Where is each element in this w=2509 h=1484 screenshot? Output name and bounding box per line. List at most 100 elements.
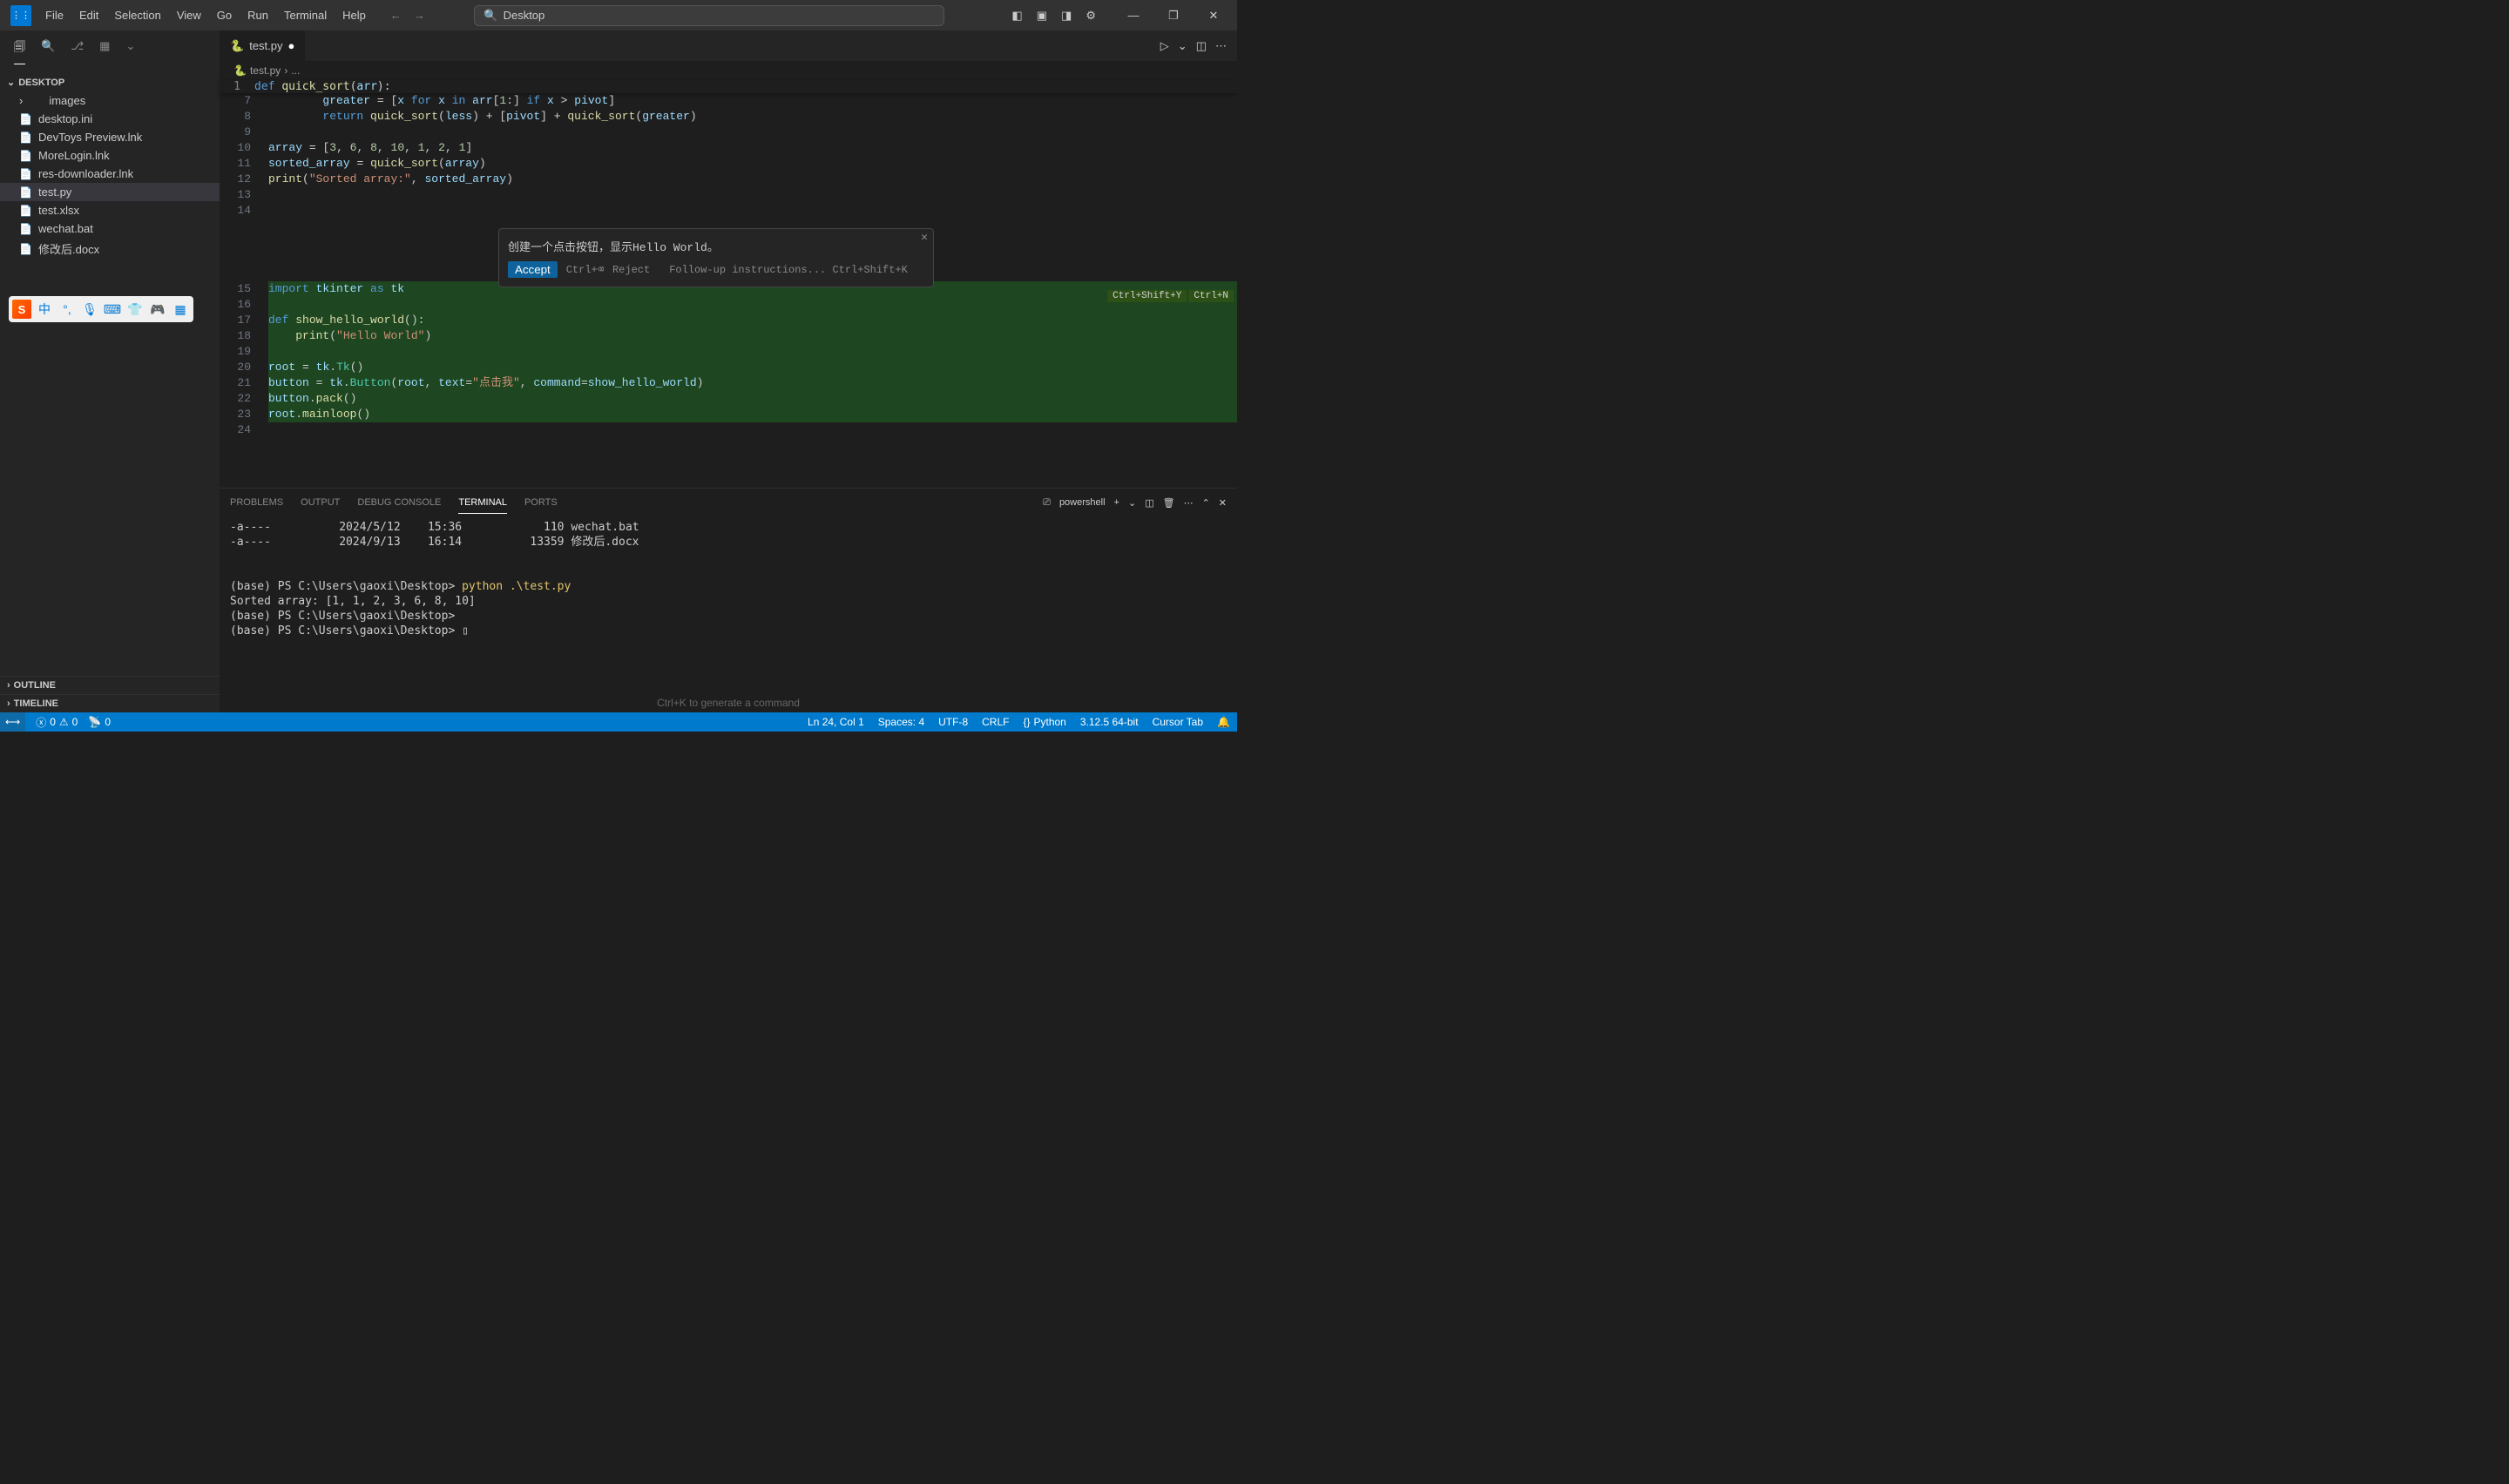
code-line[interactable]: 16	[220, 297, 1237, 313]
terminal-content[interactable]: -a---- 2024/5/12 15:36 110 wechat.bat -a…	[220, 516, 1237, 693]
code-line[interactable]: 13	[220, 187, 1237, 203]
code-line[interactable]: 11sorted_array = quick_sort(array)	[220, 156, 1237, 172]
followup-label[interactable]: Follow-up instructions... Ctrl+Shift+K	[669, 264, 908, 276]
status-eol[interactable]: CRLF	[982, 716, 1009, 728]
new-terminal-icon[interactable]: +	[1114, 497, 1119, 508]
status-ports[interactable]: 📡 0	[88, 716, 111, 728]
ime-lang-button[interactable]: 中	[35, 300, 54, 319]
explorer-icon[interactable]: 🗐	[14, 39, 25, 64]
command-center[interactable]: 🔍 Desktop	[474, 5, 944, 26]
status-cursor-pos[interactable]: Ln 24, Col 1	[808, 716, 864, 728]
file-item-images[interactable]: images	[0, 91, 220, 110]
file-item-desktop-ini[interactable]: 📄desktop.ini	[0, 110, 220, 128]
settings-gear-icon[interactable]: ⚙	[1082, 5, 1099, 26]
code-editor[interactable]: ✕ 创建一个点击按钮，显示Hello World。 Accept Ctrl+⌫ …	[220, 93, 1237, 488]
notifications-icon[interactable]: 🔔	[1217, 716, 1230, 728]
menu-terminal[interactable]: Terminal	[277, 5, 334, 25]
ime-game-icon[interactable]: 🎮	[148, 300, 167, 319]
kill-terminal-icon[interactable]: 🗑	[1163, 497, 1175, 509]
toggle-primary-sidebar-icon[interactable]: ◧	[1008, 5, 1025, 26]
status-spaces[interactable]: Spaces: 4	[878, 716, 924, 728]
menu-run[interactable]: Run	[240, 5, 275, 25]
reject-label[interactable]: Reject	[612, 264, 650, 276]
code-line[interactable]: 18 print("Hello World")	[220, 328, 1237, 344]
ime-grid-icon[interactable]: ▦	[171, 300, 190, 319]
run-icon[interactable]: ▷	[1160, 39, 1169, 53]
file-item--docx[interactable]: 📄修改后.docx	[0, 238, 220, 260]
file-item-wechat-bat[interactable]: 📄wechat.bat	[0, 219, 220, 238]
nav-forward-icon[interactable]: →	[410, 5, 429, 25]
status-encoding[interactable]: UTF-8	[938, 716, 968, 728]
search-sidebar-icon[interactable]: 🔍	[41, 39, 55, 64]
file-item-MoreLogin-lnk[interactable]: 📄MoreLogin.lnk	[0, 146, 220, 165]
outline-panel[interactable]: › OUTLINE	[0, 676, 220, 694]
tab-output[interactable]: OUTPUT	[301, 492, 340, 513]
maximize-button[interactable]: ❐	[1153, 0, 1194, 30]
tab-terminal[interactable]: TERMINAL	[458, 492, 507, 514]
menu-file[interactable]: File	[38, 5, 71, 25]
menu-edit[interactable]: Edit	[72, 5, 105, 25]
code-line[interactable]: 19	[220, 344, 1237, 360]
shortcut-badge[interactable]: Ctrl+Shift+Y	[1107, 290, 1187, 302]
maximize-panel-icon[interactable]: ⌃	[1202, 497, 1210, 509]
breadcrumb[interactable]: 🐍 test.py › ...	[220, 61, 1237, 80]
split-editor-icon[interactable]: ◫	[1196, 39, 1207, 53]
terminal-chevron-icon[interactable]: ⌄	[1128, 497, 1136, 509]
menu-selection[interactable]: Selection	[107, 5, 167, 25]
braces-icon: {}	[1023, 716, 1030, 728]
toggle-panel-icon[interactable]: ▣	[1033, 5, 1051, 26]
sticky-scroll[interactable]: 1 def quick_sort(arr):	[220, 80, 1237, 93]
source-control-icon[interactable]: ⎇	[71, 39, 84, 64]
menu-help[interactable]: Help	[335, 5, 373, 25]
status-cursor-tab[interactable]: Cursor Tab	[1153, 716, 1203, 728]
ime-keyboard-icon[interactable]: ⌨	[103, 300, 122, 319]
file-item-res-downloader-lnk[interactable]: 📄res-downloader.lnk	[0, 165, 220, 183]
file-item-DevToys-Preview-lnk[interactable]: 📄DevToys Preview.lnk	[0, 128, 220, 146]
extensions-icon[interactable]: ▦	[99, 39, 110, 64]
code-line[interactable]: 8 return quick_sort(less) + [pivot] + qu…	[220, 109, 1237, 125]
timeline-panel[interactable]: › TIMELINE	[0, 694, 220, 712]
shortcut-badge[interactable]: Ctrl+N	[1188, 290, 1234, 302]
ime-skin-icon[interactable]: 👕	[125, 300, 145, 319]
file-item-test-py[interactable]: 📄test.py	[0, 183, 220, 201]
status-language[interactable]: {} Python	[1023, 716, 1065, 728]
toggle-secondary-sidebar-icon[interactable]: ◨	[1058, 5, 1075, 26]
remote-indicator-icon[interactable]: ⟷	[0, 712, 25, 732]
accept-button[interactable]: Accept	[508, 261, 558, 278]
split-terminal-icon[interactable]: ◫	[1145, 497, 1153, 509]
run-chevron-icon[interactable]: ⌄	[1178, 39, 1187, 53]
code-line[interactable]: 22button.pack()	[220, 391, 1237, 407]
file-item-test-xlsx[interactable]: 📄test.xlsx	[0, 201, 220, 219]
code-line[interactable]: 23root.mainloop()	[220, 407, 1237, 422]
code-line[interactable]: 14	[220, 203, 1237, 219]
nav-back-icon[interactable]: ←	[387, 5, 405, 25]
status-errors[interactable]: ⓧ 0 ⚠ 0	[36, 715, 78, 730]
close-panel-icon[interactable]: ✕	[1219, 497, 1227, 509]
explorer-header[interactable]: ⌄ DESKTOP	[0, 73, 220, 91]
sogou-logo-icon[interactable]: S	[12, 300, 31, 319]
close-window-button[interactable]: ✕	[1194, 0, 1234, 30]
more-terminal-icon[interactable]: ⋯	[1184, 497, 1194, 509]
close-icon[interactable]: ✕	[921, 231, 928, 244]
tab-debug-console[interactable]: DEBUG CONSOLE	[357, 492, 441, 513]
status-interpreter[interactable]: 3.12.5 64-bit	[1080, 716, 1139, 728]
ime-voice-icon[interactable]: 🎙	[80, 300, 99, 319]
terminal-profile-name[interactable]: powershell	[1059, 497, 1106, 508]
tab-ports[interactable]: PORTS	[524, 492, 558, 513]
ime-punct-icon[interactable]: °,	[57, 300, 77, 319]
code-line[interactable]: 17def show_hello_world():	[220, 313, 1237, 328]
code-line[interactable]: 24	[220, 422, 1237, 438]
code-line[interactable]: 9	[220, 125, 1237, 140]
minimize-button[interactable]: —	[1113, 0, 1153, 30]
chevron-down-icon[interactable]: ⌄	[125, 39, 135, 64]
code-line[interactable]: 21button = tk.Button(root, text="点击我", c…	[220, 375, 1237, 391]
code-line[interactable]: 7 greater = [x for x in arr[1:] if x > p…	[220, 93, 1237, 109]
tab-problems[interactable]: PROBLEMS	[230, 492, 283, 513]
code-line[interactable]: 12print("Sorted array:", sorted_array)	[220, 172, 1237, 187]
menu-go[interactable]: Go	[210, 5, 239, 25]
more-actions-icon[interactable]: ⋯	[1215, 39, 1227, 53]
code-line[interactable]: 20root = tk.Tk()	[220, 360, 1237, 375]
menu-view[interactable]: View	[170, 5, 208, 25]
code-line[interactable]: 10array = [3, 6, 8, 10, 1, 2, 1]	[220, 140, 1237, 156]
editor-tab-testpy[interactable]: 🐍 test.py ●	[220, 30, 306, 61]
